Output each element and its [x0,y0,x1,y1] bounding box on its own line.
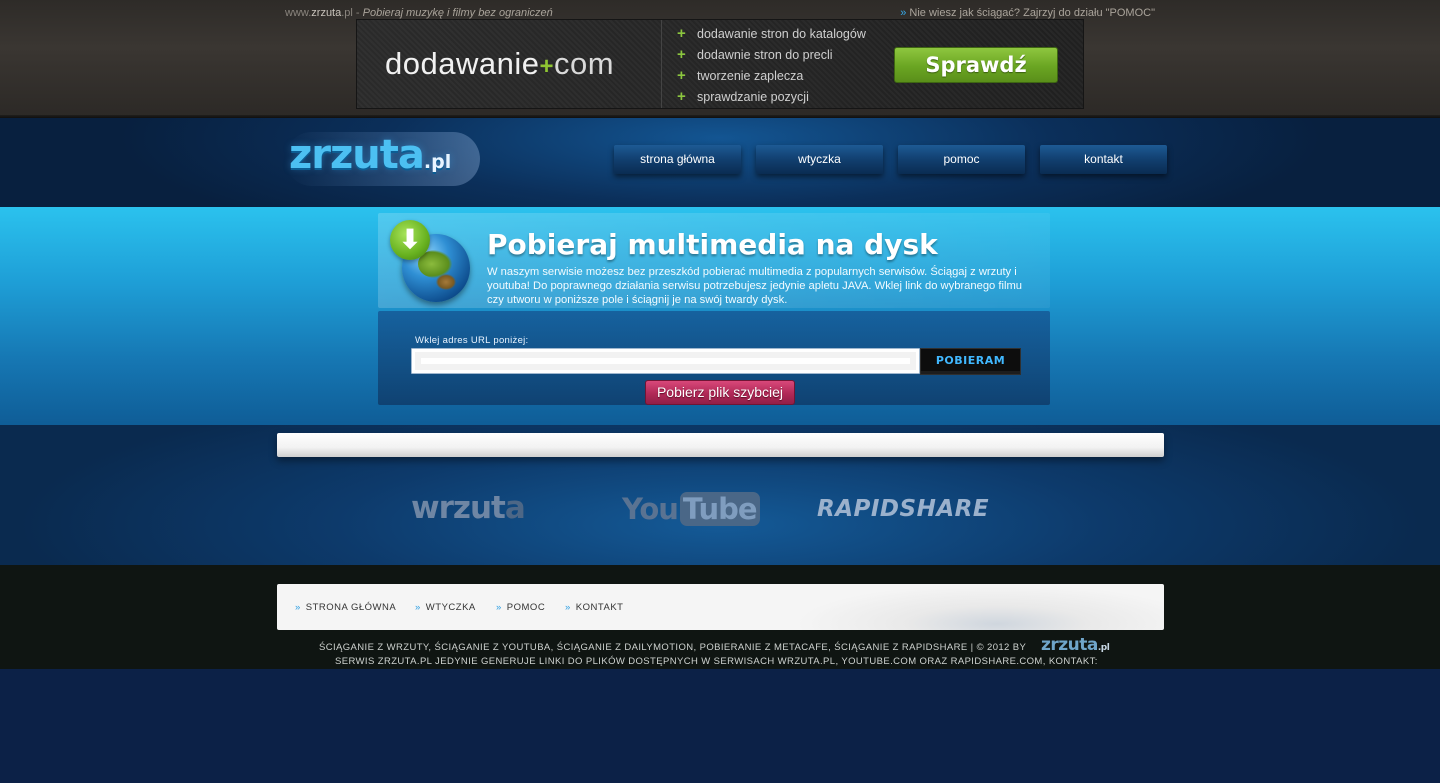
url-input[interactable] [411,348,920,374]
nav-item-help[interactable]: pomoc [898,145,1025,174]
logo-tld: .pl [423,151,452,173]
footer-nav-box [277,584,1164,630]
banner-brand: dodawanie+com [385,46,614,82]
ad-banner[interactable]: dodawanie+com + dodawanie stron do katalo… [356,19,1084,109]
footer-nav-contact[interactable]: » KONTAKT [565,602,623,613]
footer-nav-plugin[interactable]: » WTYCZKA [415,602,476,613]
banner-brand-name: dodawanie [385,46,540,81]
footer-arrow-icon: » [496,602,502,613]
nav-item-plugin[interactable]: wtyczka [756,145,883,174]
youtube-logo: You Tube [622,492,760,526]
site-logo[interactable]: zrzuta.pl [289,132,451,178]
page-bottom [0,669,1440,783]
help-link-text: Nie wiesz jak ściągać? Zajrzyj do działu… [906,7,1155,19]
youtube-logo-tube: Tube [679,492,760,526]
banner-feature-item: + sprawdzanie pozycji [677,88,866,108]
rapidshare-logo: RAPIDSHARE [817,496,990,522]
footer-logo[interactable]: zrzuta.pl [1041,635,1110,655]
plus-icon: + [677,46,686,63]
banner-feature-item: + dodawanie stron do katalogów [677,25,866,46]
footer-logo-text: zrzuta [1041,635,1098,655]
banner-feature-item: + tworzenie zaplecza [677,67,866,88]
url-field-label: Wklej adres URL poniżej: [415,335,529,346]
footer-legal-line-1: ŚCIĄGANIE Z WRZUTY, ŚCIĄGANIE Z YOUTUBA,… [319,642,1027,653]
white-strip [277,433,1164,457]
nav-item-contact[interactable]: kontakt [1040,145,1167,174]
footer-arrow-icon: » [565,602,571,613]
footer-nav-home[interactable]: » STRONA GŁÓWNA [295,602,396,613]
help-link[interactable]: » Nie wiesz jak ściągać? Zajrzyj do dzia… [900,7,1155,19]
wrzuta-logo-last: a [504,490,526,526]
footer-nav-help[interactable]: » POMOC [496,602,545,613]
plus-icon: + [677,25,686,42]
footer-nav-label: KONTAKT [575,602,624,613]
hero-title: Pobieraj multimedia na dysk [487,228,938,261]
download-arrow-icon: ⬇ [390,220,430,260]
banner-plus-icon: + [539,53,554,80]
plus-icon: + [677,88,686,105]
hero-intro-text: W naszym serwisie możesz bez przeszkód p… [487,266,1023,306]
fast-download-button[interactable]: Pobierz plik szybciej [645,380,795,405]
download-submit-button[interactable]: POBIERAM [920,348,1021,375]
banner-feature-label: dodawnie stron do precli [697,48,833,62]
banner-divider [661,20,662,108]
banner-feature-label: dodawanie stron do katalogów [697,27,866,41]
footer-nav-label: POMOC [506,602,546,613]
site-prefix: www. [285,7,312,19]
site-url-line[interactable]: www.zrzuta.pl - Pobieraj muzykę i filmy … [285,7,553,19]
plus-icon: + [677,67,686,84]
wrzuta-logo-text: wrzut [411,490,506,526]
site-tagline: Pobieraj muzykę i filmy bez ograniczeń [362,7,553,19]
footer-arrow-icon: » [415,602,421,613]
youtube-logo-you: You [622,492,679,526]
site-name: zrzuta [311,7,342,19]
nav-item-home[interactable]: strona główna [614,145,741,174]
banner-feature-item: + dodawnie stron do precli [677,46,866,67]
footer-nav-label: WTYCZKA [425,602,476,613]
footer-nav-label: STRONA GŁÓWNA [305,602,397,613]
logo-text: zrzuta [289,132,425,178]
footer-arrow-icon: » [295,602,301,613]
site-suffix: .pl - [341,7,363,19]
banner-feature-list: + dodawanie stron do katalogów + dodawnie … [677,25,866,108]
footer-logo-tld: .pl [1097,643,1110,653]
banner-check-button[interactable]: Sprawdź [894,47,1058,83]
banner-feature-label: sprawdzanie pozycji [697,90,809,104]
wrzuta-logo: wrzuta [411,490,526,526]
footer-legal-line-2: SERWIS ZRZUTA.PL JEDYNIE GENERUJE LINKI … [335,656,1098,667]
banner-brand-tld: com [553,46,615,81]
banner-feature-label: tworzenie zaplecza [697,69,804,83]
